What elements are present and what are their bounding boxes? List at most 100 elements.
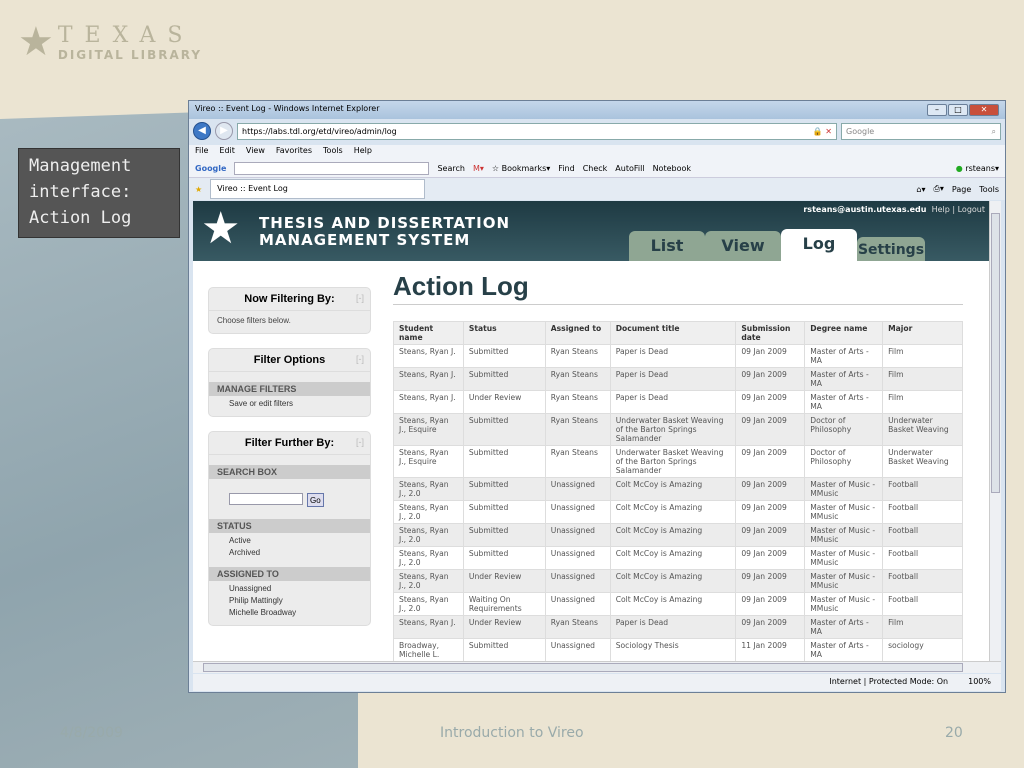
table-row[interactable]: Steans, Ryan J. Under Review Ryan Steans Pa… [393,390,963,414]
table-cell: Unassigned [544,477,611,501]
app-header: ★ THESIS AND DISSERTATION MANAGEMENT SYST… [193,201,989,261]
find-button[interactable]: Find [558,164,574,173]
forward-button[interactable]: ▶ [215,122,233,140]
column-header[interactable]: Submission date [735,321,806,345]
check-button[interactable]: Check [583,164,608,173]
page-number: 20 [945,725,963,741]
maximize-button[interactable]: □ [948,104,968,116]
menu-help[interactable]: Help [354,146,372,158]
menu-view[interactable]: View [246,146,265,158]
browser-tab[interactable]: Vireo :: Event Log [210,179,426,199]
user-button[interactable]: ● rsteans▾ [956,164,999,173]
table-row[interactable]: Steans, Ryan J., 2.0 Submitted Unassigned C… [393,477,963,501]
table-row[interactable]: Steans, Ryan J. Submitted Ryan Steans Paper… [393,367,963,391]
menu-edit[interactable]: Edit [219,146,235,158]
collapse-button[interactable]: [-] [356,354,364,364]
close-button[interactable]: ✕ [969,104,999,116]
filter-status-active[interactable]: Active [209,533,370,545]
menu-file[interactable]: File [195,146,208,158]
go-button[interactable]: Go [307,493,324,507]
table-cell: Steans, Ryan J. [393,367,464,391]
bookmarks-button[interactable]: ☆ Bookmarks▾ [492,164,550,173]
menu-favorites[interactable]: Favorites [276,146,312,158]
tab-bar: ★ Vireo :: Event Log ⌂▾ ⎙▾ Page Tools [189,178,1005,200]
collapse-button[interactable]: [-] [356,293,364,303]
table-row[interactable]: Steans, Ryan J., Esquire Submitted Ryan St… [393,413,963,446]
print-icon[interactable]: ⎙▾ [933,184,943,194]
tools-menu[interactable]: Tools [979,185,999,194]
google-search-button[interactable]: Search [437,164,464,173]
logout-link[interactable]: Logout [958,205,985,214]
table-cell: Underwater Basket Weaving [882,413,963,446]
table-row[interactable]: Broadway, Michelle L. Submitted Unassigned… [393,638,963,661]
table-cell: Unassigned [544,569,611,593]
page-menu[interactable]: Page [952,185,971,194]
column-header[interactable]: Degree name [804,321,884,345]
column-header[interactable]: Status [462,321,546,345]
zoom-level[interactable]: 100% [968,677,991,688]
autofill-button[interactable]: AutoFill [615,164,644,173]
address-row: ◀ ▶ https://labs.tdl.org/etd/vireo/admin… [189,119,1005,143]
table-row[interactable]: Steans, Ryan J., 2.0 Waiting On Requireme… [393,592,963,616]
table-cell: Master of Music - MMusic [804,546,884,570]
column-header[interactable]: Document title [609,321,737,345]
table-cell: Paper is Dead [609,344,737,368]
search-icon[interactable]: ⌕ [992,127,996,136]
search-input[interactable]: Google ⌕ [841,122,1001,140]
address-bar[interactable]: https://labs.tdl.org/etd/vireo/admin/log… [237,122,837,140]
minimize-button[interactable]: – [927,104,947,116]
table-row[interactable]: Steans, Ryan J., 2.0 Under Review Unassign… [393,569,963,593]
table-cell: Steans, Ryan J. [393,390,464,414]
footer-date: 4/8/2009 [60,725,123,741]
google-search-input[interactable] [234,161,430,175]
back-button[interactable]: ◀ [193,122,211,140]
table-row[interactable]: Steans, Ryan J., 2.0 Submitted Unassigned C… [393,500,963,524]
tab-view[interactable]: View [705,231,781,261]
table-row[interactable]: Steans, Ryan J. Submitted Ryan Steans Paper… [393,344,963,368]
logo-subtext: DIGITAL LIBRARY [57,47,203,62]
column-header[interactable]: Major [882,321,963,345]
vertical-scrollbar[interactable] [989,201,1001,661]
table-cell: Master of Arts - MA [804,390,884,414]
table-cell: Master of Music - MMusic [804,500,884,524]
filter-further-panel: Filter Further By: [-] SEARCH BOX Go STAT… [208,431,371,626]
table-row[interactable]: Steans, Ryan J., 2.0 Submitted Unassigned C… [393,546,963,570]
collapse-button[interactable]: [-] [356,437,364,447]
table-cell: Master of Music - MMusic [804,592,884,616]
table-cell: Master of Arts - MA [804,344,884,368]
title-bar: Vireo :: Event Log - Windows Internet Ex… [189,101,1005,119]
table-cell: 09 Jan 2009 [735,344,806,368]
column-header[interactable]: Student name [393,321,464,345]
slide-label: Management interface: Action Log [18,148,180,238]
table-row[interactable]: Steans, Ryan J., 2.0 Submitted Unassigned C… [393,523,963,547]
gmail-icon[interactable]: M▾ [473,164,484,173]
notebook-button[interactable]: Notebook [653,164,691,173]
help-link[interactable]: Help [932,205,950,214]
filter-assigned-item[interactable]: Philip Mattingly [209,593,370,605]
table-cell: Steans, Ryan J. [393,344,464,368]
filter-status-archived[interactable]: Archived [209,545,370,557]
scrollbar-thumb[interactable] [203,663,963,672]
filter-assigned-item[interactable]: Michelle Broadway [209,605,370,617]
tab-settings[interactable]: Settings [857,237,925,261]
filter-search-input[interactable] [229,493,303,505]
scrollbar-thumb[interactable] [991,213,1000,493]
tab-list[interactable]: List [629,231,705,261]
menu-tools[interactable]: Tools [323,146,343,158]
table-cell: Football [882,477,963,501]
filter-assigned-item[interactable]: Unassigned [209,581,370,593]
table-cell: Steans, Ryan J., 2.0 [393,592,464,616]
table-cell: Submitted [462,546,546,570]
table-row[interactable]: Steans, Ryan J. Under Review Ryan Steans Pa… [393,615,963,639]
status-text: Internet | Protected Mode: On [829,677,949,686]
save-edit-filters-link[interactable]: Save or edit filters [209,396,370,408]
star-icon: ★ [18,19,54,65]
home-icon[interactable]: ⌂▾ [916,185,925,194]
panel-title: Now Filtering By: [244,293,335,305]
favorites-star-icon[interactable]: ★ [195,185,202,194]
horizontal-scrollbar[interactable] [193,661,1001,673]
tab-log[interactable]: Log [781,229,857,261]
column-header[interactable]: Assigned to [544,321,611,345]
table-row[interactable]: Steans, Ryan J., Esquire Submitted Ryan St… [393,445,963,478]
table-cell: 09 Jan 2009 [735,445,806,478]
